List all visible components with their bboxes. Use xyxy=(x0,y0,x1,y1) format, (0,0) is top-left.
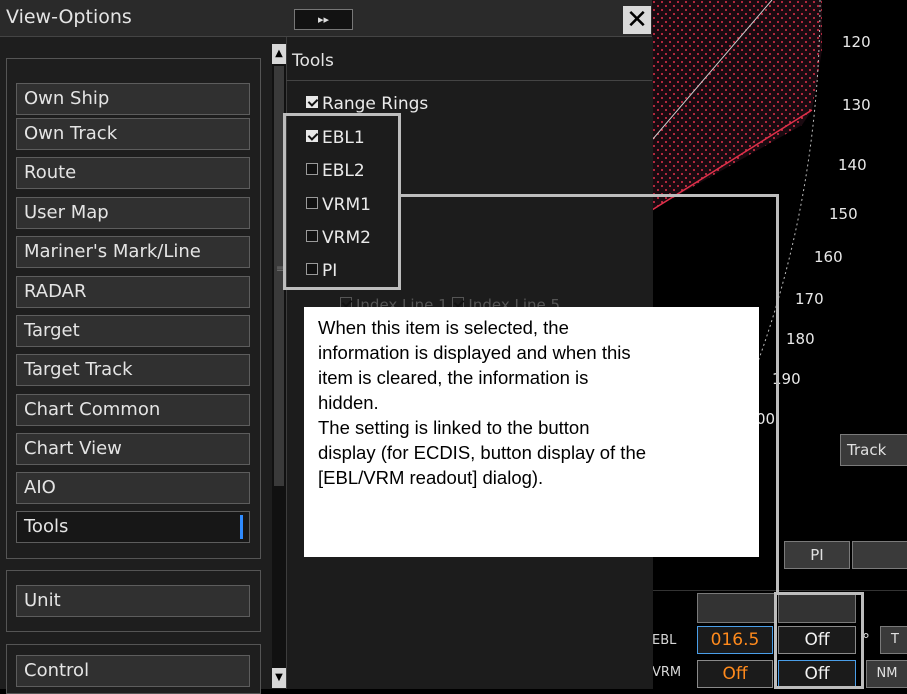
dialog-title: View-Options xyxy=(6,6,132,28)
true-bearing-button[interactable]: T xyxy=(880,626,907,654)
dialog-titlebar[interactable]: View-Options ▸▸ ✕ xyxy=(0,0,652,37)
double-chevron-right-icon: ▸▸ xyxy=(317,13,330,26)
splitter-grip-icon[interactable]: ≡ xyxy=(276,265,284,280)
arrow-down-icon: ▼ xyxy=(275,672,283,683)
close-icon: ✕ xyxy=(626,5,648,35)
vrm-value-field[interactable]: Off xyxy=(697,660,773,688)
connector-line-horizontal xyxy=(400,194,779,197)
bearing-label-180: 180 xyxy=(786,330,815,348)
callout-annotation: When this item is selected, the informat… xyxy=(304,307,759,557)
category-target[interactable]: Target xyxy=(16,315,250,347)
category-user-map[interactable]: User Map xyxy=(16,197,250,229)
checkbox-range-rings-label: Range Rings xyxy=(322,94,429,114)
highlight-box-checkboxes xyxy=(283,113,401,290)
category-chart-view[interactable]: Chart View xyxy=(16,433,250,465)
category-target-track[interactable]: Target Track xyxy=(16,354,250,386)
bearing-label-150: 150 xyxy=(829,205,858,223)
ebl-label: EBL xyxy=(652,633,677,648)
bearing-label-170: 170 xyxy=(795,290,824,308)
category-tools[interactable]: Tools xyxy=(16,511,250,543)
scroll-down-button[interactable]: ▼ xyxy=(272,668,286,688)
checkbox-range-rings[interactable]: Range Rings xyxy=(306,94,428,114)
blank-button[interactable] xyxy=(852,541,907,569)
blank-readout-button-1[interactable] xyxy=(697,593,775,623)
tools-divider xyxy=(286,80,652,81)
pi-button-label: PI xyxy=(810,546,824,564)
callout-line: When this item is selected, the xyxy=(318,317,569,338)
callout-line: [EBL/VRM readout] dialog). xyxy=(318,467,544,488)
bearing-label-140: 140 xyxy=(838,156,867,174)
arrow-up-icon: ▲ xyxy=(275,48,283,59)
pi-button[interactable]: PI xyxy=(784,541,850,569)
hatched-area xyxy=(652,0,822,210)
category-route[interactable]: Route xyxy=(16,157,250,189)
ebl-bearing-field[interactable]: 016.5 xyxy=(697,626,773,654)
category-control[interactable]: Control xyxy=(16,655,250,687)
close-button[interactable]: ✕ xyxy=(623,6,651,34)
callout-line: hidden. xyxy=(318,392,379,413)
checkbox-checked-icon xyxy=(306,96,318,108)
category-own-track[interactable]: Own Track xyxy=(16,118,250,150)
tools-header: Tools xyxy=(292,51,334,71)
expand-button[interactable]: ▸▸ xyxy=(294,9,353,30)
category-chart-common[interactable]: Chart Common xyxy=(16,394,250,426)
nm-unit-button[interactable]: NM xyxy=(866,660,907,688)
scroll-up-button[interactable]: ▲ xyxy=(272,44,286,64)
panel-separator xyxy=(652,590,907,591)
track-button[interactable]: Track xyxy=(840,434,907,466)
bearing-label-120: 120 xyxy=(842,33,871,51)
category-own-ship[interactable]: Own Ship xyxy=(16,83,250,115)
category-aio[interactable]: AIO xyxy=(16,472,250,504)
connector-line-vertical xyxy=(776,194,779,594)
category-radar[interactable]: RADAR xyxy=(16,276,250,308)
vrm-label: VRM xyxy=(652,665,682,680)
bearing-label-130: 130 xyxy=(842,96,871,114)
callout-line: item is cleared, the information is xyxy=(318,367,589,388)
category-mariners-mark-line[interactable]: Mariner's Mark/Line xyxy=(16,236,250,268)
callout-line: The setting is linked to the button xyxy=(318,417,590,438)
highlight-box-readout xyxy=(774,592,864,689)
bearing-label-160: 160 xyxy=(814,248,843,266)
category-unit[interactable]: Unit xyxy=(16,585,250,617)
callout-line: information is displayed and when this xyxy=(318,342,631,363)
callout-line: display (for ECDIS, button display of th… xyxy=(318,442,647,463)
